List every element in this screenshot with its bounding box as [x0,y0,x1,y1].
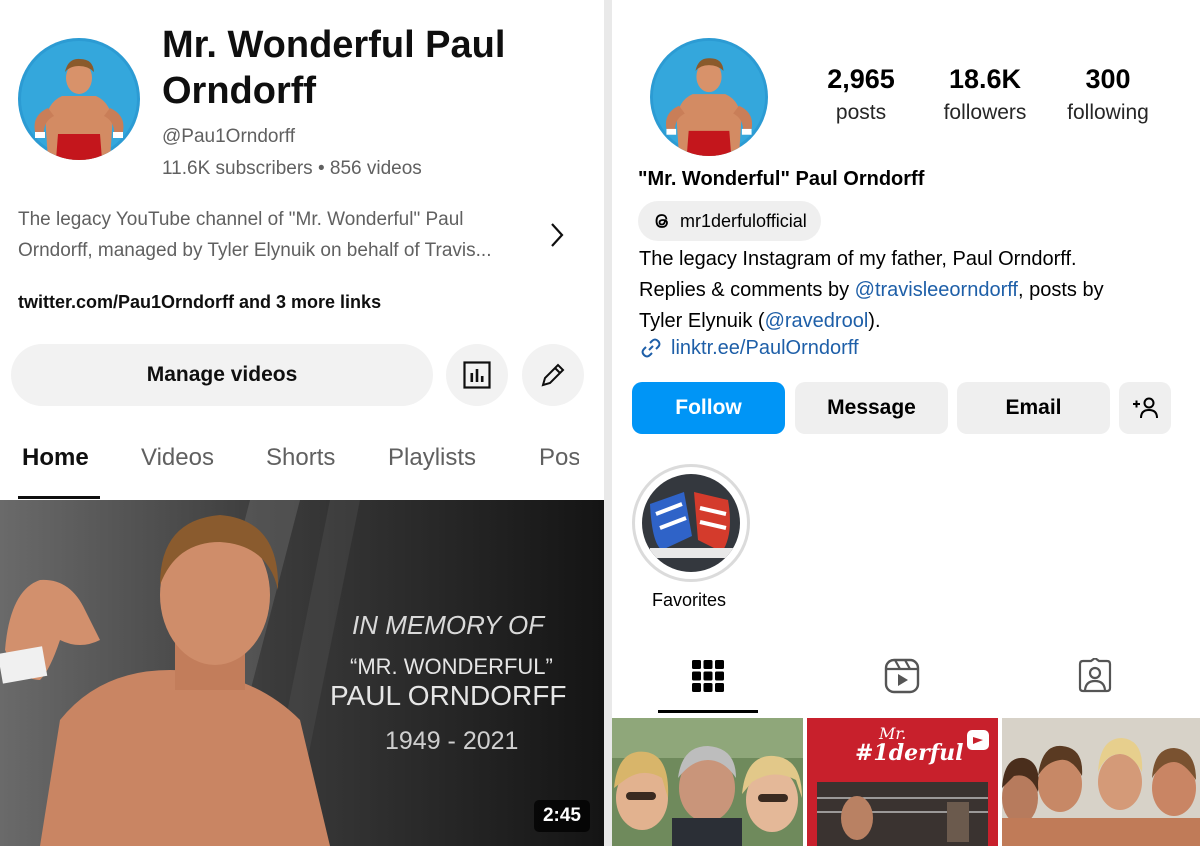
bio-text: ). [868,310,881,332]
bio-line1: The legacy Instagram of my father, Paul … [639,248,1077,270]
highlight-label: Favorites [652,590,727,610]
channel-links[interactable]: twitter.com/Pau1Orndorff and 3 more link… [18,292,381,313]
edit-channel-button[interactable] [522,344,584,406]
channel-handle: @Pau1Orndorff [162,126,296,147]
following-label: following [1067,101,1149,124]
channel-title: Mr. Wonderful Paul Orndorff [162,24,506,112]
instagram-profile-panel: 2,965 posts 18.6K followers 300 followin… [612,0,1200,846]
mention-link[interactable]: @ravedrool [765,310,869,332]
followers-label: followers [943,101,1027,124]
channel-description[interactable]: The legacy YouTube channel of "Mr. Wonde… [18,204,538,266]
link-text: linktr.ee/PaulOrndorff [671,336,859,359]
wrestler-portrait-image [650,38,768,156]
tab-home[interactable]: Home [22,444,89,472]
youtube-channel-panel: Mr. Wonderful Paul Orndorff @Pau1Orndorf… [0,0,604,846]
pencil-icon [541,363,565,387]
tab-posts[interactable]: Pos [539,444,579,472]
reels-icon [884,658,920,694]
bio-text: , posts by [1017,279,1104,301]
analytics-button[interactable] [446,344,508,406]
posts-stat[interactable]: 2,965 posts [818,64,904,125]
email-button[interactable]: Email [957,382,1110,434]
suggest-people-button[interactable] [1119,382,1171,434]
family-photo-image [612,718,803,846]
memorial-years: 1949 - 2021 [385,727,519,755]
bio-text: Replies & comments by [639,279,855,301]
bio-line2: Replies & comments by @travisleeorndorff… [639,275,1189,306]
bio-text: Tyler Elynuik ( [639,310,765,332]
threads-badge[interactable]: mr1derfulofficial [638,201,821,241]
add-person-icon [1133,397,1158,419]
wrestler-portrait-image [18,38,140,160]
post-thumbnail[interactable] [612,718,803,846]
memorial-line3: PAUL ORNDORFF [330,680,567,711]
active-tab-indicator [18,496,100,499]
posts-grid-tab[interactable] [688,656,728,696]
channel-avatar[interactable] [18,38,140,160]
threads-icon [655,214,668,228]
following-stat[interactable]: 300 following [1058,64,1158,125]
post-thumbnail[interactable] [1002,718,1200,846]
featured-video[interactable]: IN MEMORY OF “MR. WONDERFUL” PAUL ORNDOR… [0,500,604,846]
threads-handle: mr1derfulofficial [680,210,807,231]
tab-videos[interactable]: Videos [141,444,214,472]
profile-bio: The legacy Instagram of my father, Paul … [639,244,1189,337]
wrestlers-group-image [1002,718,1200,846]
tab-playlists[interactable]: Playlists [388,444,476,472]
profile-avatar[interactable] [650,38,768,156]
active-tab-indicator [658,710,758,713]
chevron-right-icon[interactable] [546,220,568,257]
followers-count: 18.6K [948,64,1022,94]
sneakers-image [642,474,740,572]
posts-count: 2,965 [827,64,895,94]
reel-thumbnail[interactable]: Mr. #1derful [807,718,998,846]
reels-tab[interactable] [882,656,922,696]
follow-button[interactable]: Follow [632,382,785,434]
grid-icon [692,660,724,692]
video-duration-badge: 2:45 [533,800,590,832]
profile-external-link[interactable]: linktr.ee/PaulOrndorff [639,336,859,360]
memorial-line1: IN MEMORY OF [352,610,545,640]
story-highlight[interactable] [632,464,750,582]
tagged-tab[interactable] [1075,656,1115,696]
memorial-line2: “MR. WONDERFUL” [350,654,553,679]
tagged-person-icon [1078,658,1112,693]
bio-line3: Tyler Elynuik (@ravedrool). [639,306,1189,337]
link-icon [641,338,661,358]
posts-label: posts [835,101,887,124]
channel-tabs: Home Videos Shorts Playlists Pos [0,436,604,500]
following-count: 300 [1085,64,1131,94]
followers-stat[interactable]: 18.6K followers [934,64,1036,125]
manage-videos-button[interactable]: Manage videos [11,344,433,406]
channel-stats: 11.6K subscribers • 856 videos [162,158,422,179]
message-button[interactable]: Message [795,382,948,434]
profile-display-name: "Mr. Wonderful" Paul Orndorff [638,168,925,190]
tab-shorts[interactable]: Shorts [266,444,335,472]
mention-link[interactable]: @travisleeorndorff [855,279,1018,301]
analytics-icon [463,361,491,389]
reel-title-line2: #1derful [855,740,964,766]
